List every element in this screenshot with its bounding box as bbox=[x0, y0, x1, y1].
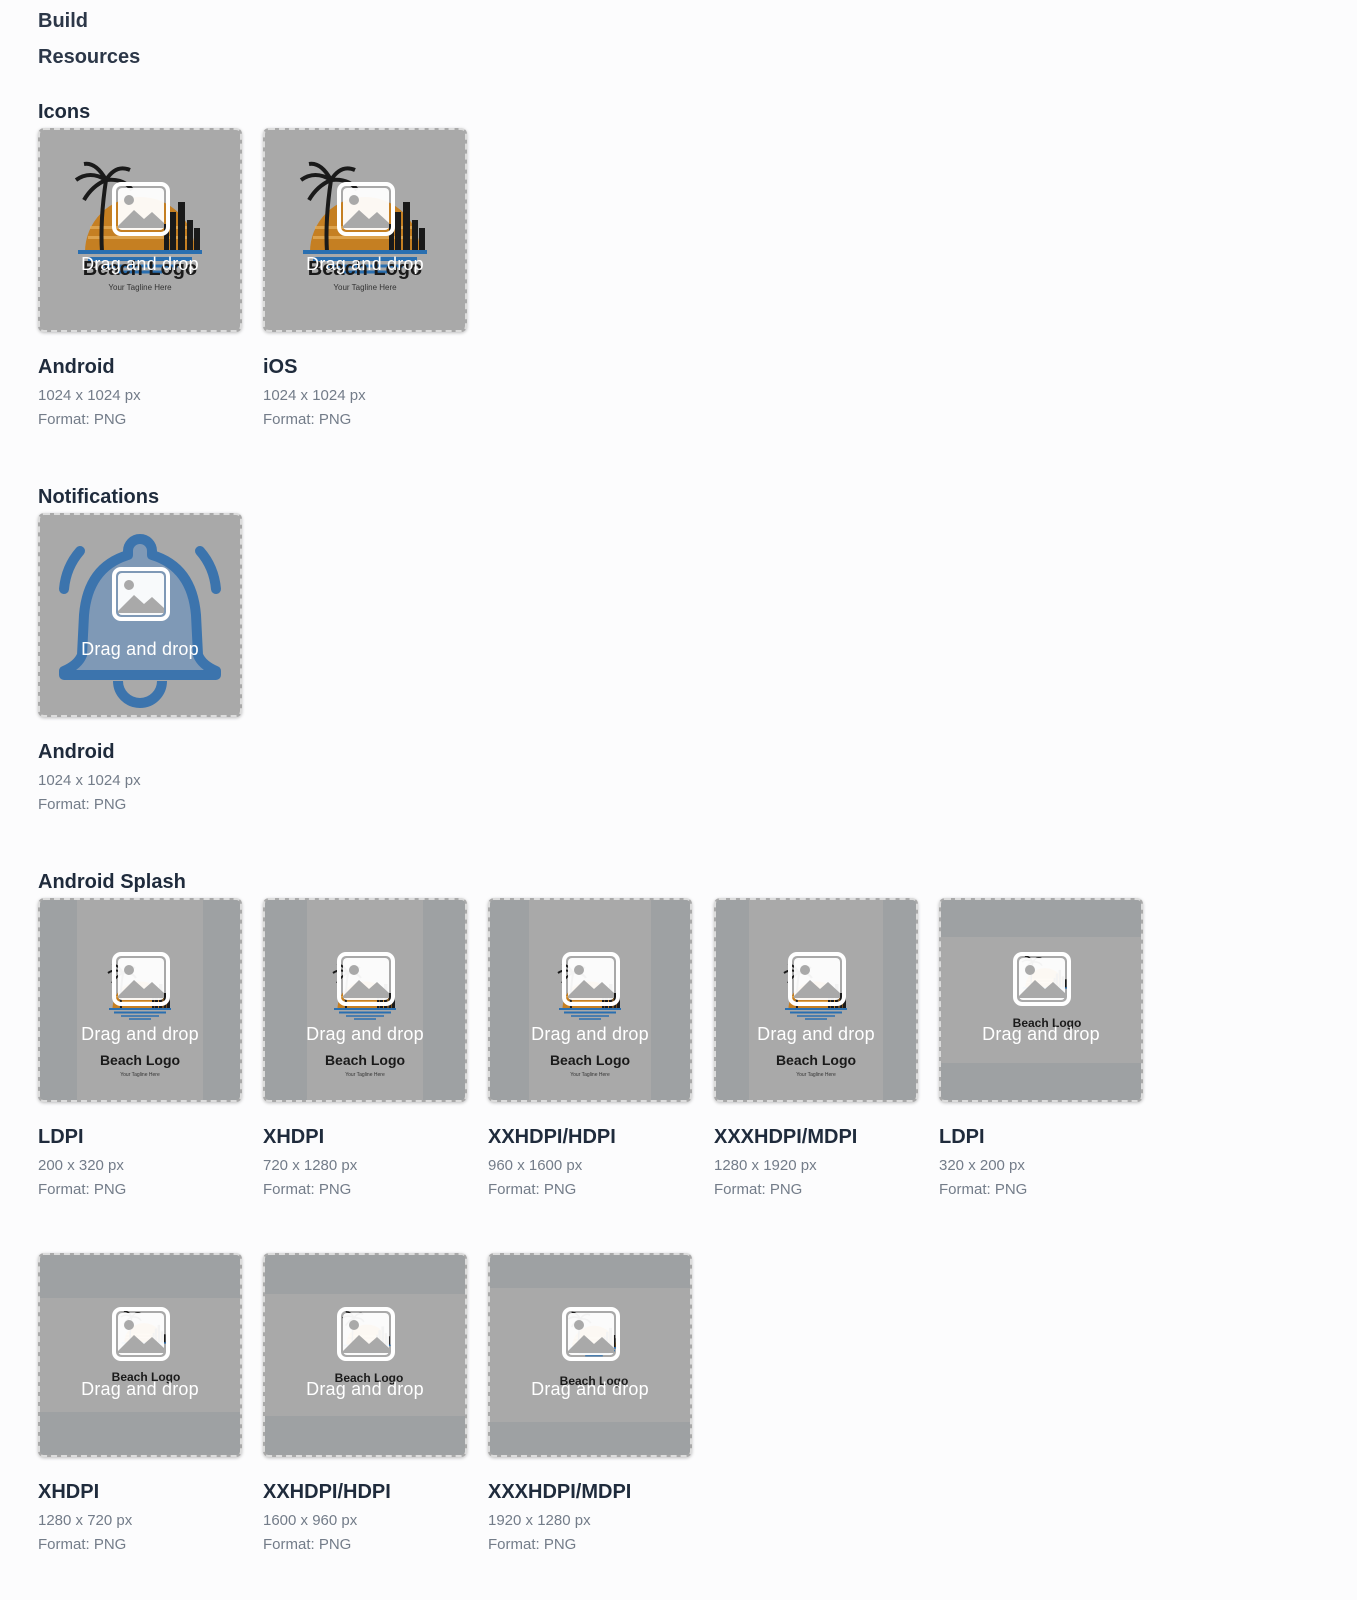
drag-and-drop-label: Drag and drop bbox=[81, 1024, 199, 1044]
splash-dropzone[interactable]: Beach Logo Drag and drop bbox=[939, 898, 1143, 1102]
splash-dropzone[interactable]: Beach Logo Drag and drop bbox=[38, 1253, 242, 1457]
nav-resources[interactable]: Resources bbox=[38, 46, 140, 69]
splash-dropzone[interactable]: Beach Logo Your Tagline Here Drag and dr… bbox=[263, 898, 467, 1102]
drag-and-drop-label: Drag and drop bbox=[531, 1024, 649, 1044]
icon-tile-android: Beach Logo Your Tagline Here Drag and dr… bbox=[38, 128, 242, 428]
image-placeholder-icon bbox=[112, 567, 170, 621]
splash-dropzone[interactable]: Beach Logo Your Tagline Here Drag and dr… bbox=[488, 898, 692, 1102]
image-placeholder-icon bbox=[112, 1307, 170, 1361]
section-title-icons: Icons bbox=[38, 101, 91, 123]
logo-tagline-text: Your Tagline Here bbox=[108, 283, 172, 292]
drag-and-drop-label: Drag and drop bbox=[531, 1379, 649, 1399]
tile-format: Format: PNG bbox=[38, 1181, 127, 1198]
image-placeholder-icon bbox=[337, 952, 395, 1006]
tile-dimensions: 320 x 200 px bbox=[939, 1157, 1025, 1174]
tile-format: Format: PNG bbox=[263, 1536, 352, 1553]
tile-dimensions: 200 x 320 px bbox=[38, 1157, 124, 1174]
notification-tile-android: Drag and drop Android 1024 x 1024 px For… bbox=[38, 513, 242, 813]
tile-title: LDPI bbox=[38, 1126, 84, 1148]
logo-tagline-text: Your Tagline Here bbox=[333, 283, 397, 292]
image-placeholder-icon bbox=[788, 952, 846, 1006]
tile-dimensions: 1024 x 1024 px bbox=[38, 387, 141, 404]
drag-and-drop-label: Drag and drop bbox=[757, 1024, 875, 1044]
tile-format: Format: PNG bbox=[714, 1181, 803, 1198]
icon-tile-ios: Beach Logo Your Tagline Here Drag and dr… bbox=[263, 128, 467, 428]
image-placeholder-icon bbox=[337, 182, 395, 236]
splash-tile-xxhdpi-landscape: Beach Logo Drag and drop XXHDPI/HDPI 160… bbox=[263, 1253, 467, 1553]
image-placeholder-icon bbox=[1013, 952, 1071, 1006]
notification-android-dropzone[interactable]: Drag and drop bbox=[38, 513, 242, 717]
tile-dimensions: 1024 x 1024 px bbox=[38, 772, 141, 789]
tile-format: Format: PNG bbox=[263, 1181, 352, 1198]
tile-format: Format: PNG bbox=[38, 1536, 127, 1553]
logo-name-text: Beach Logo bbox=[776, 1052, 856, 1068]
logo-name-text: Beach Logo bbox=[100, 1052, 180, 1068]
splash-tile-xxxhdpi-landscape: Beach Logo Drag and drop XXXHDPI/MDPI 19… bbox=[488, 1253, 692, 1553]
drag-and-drop-label: Drag and drop bbox=[81, 1379, 199, 1399]
tile-format: Format: PNG bbox=[38, 411, 127, 428]
tile-title: LDPI bbox=[939, 1126, 985, 1148]
nav-build[interactable]: Build bbox=[38, 10, 88, 33]
logo-name-text: Beach Logo bbox=[550, 1052, 630, 1068]
drag-and-drop-label: Drag and drop bbox=[982, 1024, 1100, 1044]
tile-title: XXHDPI/HDPI bbox=[488, 1126, 616, 1148]
tile-dimensions: 1920 x 1280 px bbox=[488, 1512, 591, 1529]
tile-dimensions: 1024 x 1024 px bbox=[263, 387, 366, 404]
tile-format: Format: PNG bbox=[263, 411, 352, 428]
drag-and-drop-label: Drag and drop bbox=[306, 254, 424, 274]
tile-title: XHDPI bbox=[263, 1126, 325, 1148]
splash-tile-xhdpi-landscape: Beach Logo Drag and drop XHDPI 1280 x 72… bbox=[38, 1253, 242, 1553]
drag-and-drop-label: Drag and drop bbox=[81, 254, 199, 274]
splash-dropzone[interactable]: Beach Logo Drag and drop bbox=[263, 1253, 467, 1457]
splash-tile-ldpi-portrait: Beach Logo Your Tagline Here Drag and dr… bbox=[38, 898, 242, 1198]
logo-tagline-text: Your Tagline Here bbox=[570, 1072, 610, 1078]
drag-and-drop-label: Drag and drop bbox=[306, 1379, 424, 1399]
splash-tile-ldpi-landscape: Beach Logo Drag and drop LDPI 320 x 200 … bbox=[939, 898, 1143, 1198]
tile-dimensions: 1600 x 960 px bbox=[263, 1512, 358, 1529]
drag-and-drop-label: Drag and drop bbox=[81, 639, 199, 659]
tile-title: XXXHDPI/MDPI bbox=[714, 1126, 858, 1148]
section-title-notifications: Notifications bbox=[38, 486, 160, 508]
logo-tagline-text: Your Tagline Here bbox=[345, 1072, 385, 1078]
splash-dropzone[interactable]: Beach Logo Your Tagline Here Drag and dr… bbox=[714, 898, 918, 1102]
tile-dimensions: 720 x 1280 px bbox=[263, 1157, 358, 1174]
image-placeholder-icon bbox=[562, 1307, 620, 1361]
image-placeholder-icon bbox=[562, 952, 620, 1006]
tile-title: XHDPI bbox=[38, 1481, 100, 1503]
image-placeholder-icon bbox=[337, 1307, 395, 1361]
splash-dropzone[interactable]: Beach Logo Drag and drop bbox=[488, 1253, 692, 1457]
icon-ios-dropzone[interactable]: Beach Logo Your Tagline Here Drag and dr… bbox=[263, 128, 467, 332]
logo-name-text: Beach Logo bbox=[325, 1052, 405, 1068]
image-placeholder-icon bbox=[112, 182, 170, 236]
splash-dropzone[interactable]: Beach Logo Your Tagline Here Drag and dr… bbox=[38, 898, 242, 1102]
icon-android-dropzone[interactable]: Beach Logo Your Tagline Here Drag and dr… bbox=[38, 128, 242, 332]
tile-title: XXXHDPI/MDPI bbox=[488, 1481, 632, 1503]
tile-dimensions: 960 x 1600 px bbox=[488, 1157, 583, 1174]
tile-format: Format: PNG bbox=[939, 1181, 1028, 1198]
tile-format: Format: PNG bbox=[488, 1536, 577, 1553]
splash-tile-xxhdpi-portrait: Beach Logo Your Tagline Here Drag and dr… bbox=[488, 898, 692, 1198]
tile-format: Format: PNG bbox=[488, 1181, 577, 1198]
tile-title: Android bbox=[38, 741, 115, 763]
splash-tile-xxxhdpi-portrait: Beach Logo Your Tagline Here Drag and dr… bbox=[714, 898, 918, 1198]
tile-title: XXHDPI/HDPI bbox=[263, 1481, 391, 1503]
tile-dimensions: 1280 x 720 px bbox=[38, 1512, 133, 1529]
tile-format: Format: PNG bbox=[38, 796, 127, 813]
tile-title: iOS bbox=[263, 356, 298, 378]
logo-tagline-text: Your Tagline Here bbox=[120, 1072, 160, 1078]
logo-tagline-text: Your Tagline Here bbox=[796, 1072, 836, 1078]
tile-title: Android bbox=[38, 356, 115, 378]
image-placeholder-icon bbox=[112, 952, 170, 1006]
section-title-android-splash: Android Splash bbox=[38, 871, 186, 893]
tile-dimensions: 1280 x 1920 px bbox=[714, 1157, 817, 1174]
splash-tile-xhdpi-portrait: Beach Logo Your Tagline Here Drag and dr… bbox=[263, 898, 467, 1198]
drag-and-drop-label: Drag and drop bbox=[306, 1024, 424, 1044]
